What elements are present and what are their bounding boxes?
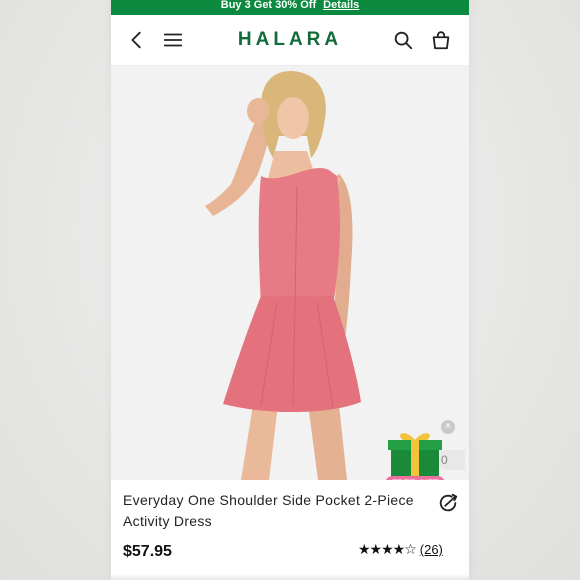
review-count-link[interactable]: (26) xyxy=(420,542,443,557)
back-icon xyxy=(131,31,141,49)
promo-text: Buy 3 Get 30% Off xyxy=(220,0,317,11)
share-icon xyxy=(439,493,458,512)
cart-icon xyxy=(432,31,450,50)
phone-screen: Buy 3 Get 30% Off Details HALARA × 0 Eve… xyxy=(111,0,469,580)
promo-bar: Buy 3 Get 30% Off Details xyxy=(111,0,469,15)
product-title: Everyday One Shoulder Side Pocket 2-Piec… xyxy=(123,492,414,529)
product-image[interactable] xyxy=(111,66,469,480)
promo-details-link[interactable]: Details xyxy=(323,0,359,11)
back-button[interactable] xyxy=(125,28,149,52)
cart-button[interactable] xyxy=(429,28,453,52)
product-info: Everyday One Shoulder Side Pocket 2-Piec… xyxy=(111,480,469,580)
gift-icon xyxy=(388,433,442,476)
product-rating: ★★★★☆ (26) xyxy=(358,541,443,558)
model-photo xyxy=(111,66,469,480)
app-header: HALARA xyxy=(111,15,469,66)
search-icon xyxy=(394,31,413,50)
search-button[interactable] xyxy=(391,28,415,52)
share-button[interactable] xyxy=(437,492,459,514)
bottom-divider xyxy=(111,574,469,580)
menu-button[interactable] xyxy=(161,28,185,52)
menu-icon xyxy=(163,33,183,47)
rating-stars: ★★★★☆ xyxy=(358,541,417,557)
product-price: $57.95 xyxy=(123,543,172,560)
